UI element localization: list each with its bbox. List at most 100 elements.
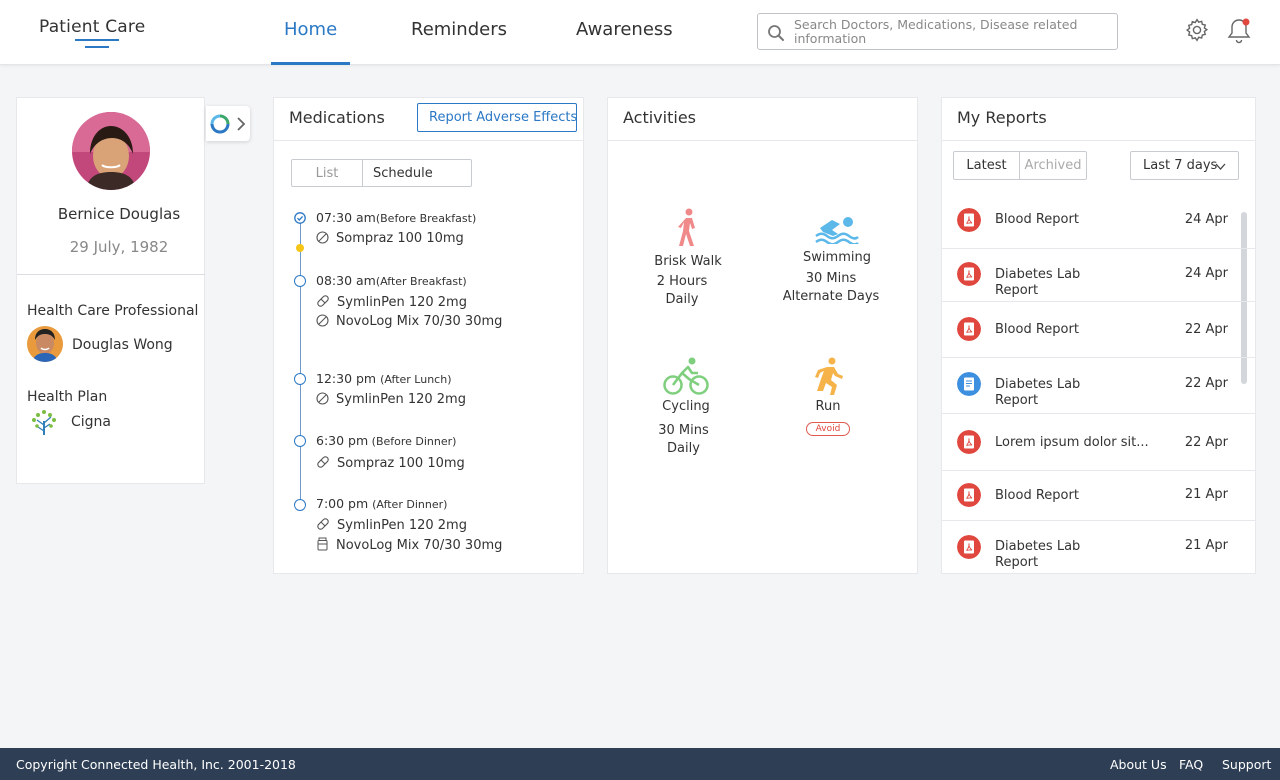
doctor-avatar[interactable] [27, 326, 63, 362]
tablet-icon [316, 392, 329, 405]
cigna-tree-logo-icon [32, 410, 56, 435]
settings-gear-icon[interactable] [1184, 17, 1210, 43]
medication-item[interactable]: NovoLog Mix 70/30 30mg [316, 314, 502, 329]
pill-capsule-icon [317, 295, 329, 307]
reports-header: My Reports [942, 98, 1255, 141]
search-input[interactable] [794, 18, 1112, 46]
medications-card: Medications Report Adverse Effects List … [273, 97, 584, 574]
nav-tab-awareness-label: Awareness [576, 19, 673, 40]
report-row[interactable]: Diabetes Lab Report 24 Apr [942, 249, 1255, 302]
schedule-time: 7:00 pm (After Dinner) [316, 496, 448, 511]
schedule-time: 07:30 am(Before Breakfast) [316, 210, 477, 225]
tab-latest[interactable]: Latest [953, 151, 1020, 180]
patient-dob: 29 July, 1982 [69, 238, 169, 256]
nav-tab-reminders[interactable]: Reminders [411, 19, 507, 65]
tablet-icon [316, 231, 329, 244]
pill-capsule-icon [317, 518, 329, 530]
activity-swimming[interactable]: Swimming 30 Mins Alternate Days [762, 214, 912, 306]
health-plan-label: Health Plan [27, 389, 108, 405]
nav-tab-awareness[interactable]: Awareness [576, 19, 673, 65]
sync-ring-icon [210, 114, 230, 134]
patient-avatar[interactable] [72, 112, 150, 190]
app-brand[interactable]: Patient Care [39, 17, 145, 37]
schedule-node [294, 275, 306, 287]
activities-card: Activities Brisk Walk 2 Hours Daily Swim… [607, 97, 918, 574]
medication-item[interactable]: Sompraz 100 10mg [316, 455, 465, 471]
profile-card: Bernice Douglas 29 July, 1982 Health Car… [16, 97, 205, 484]
report-row[interactable]: Blood Report 21 Apr [942, 471, 1255, 521]
report-row[interactable]: Blood Report 24 Apr [942, 194, 1255, 249]
copyright-text: Copyright Connected Health, Inc. 2001-20… [16, 757, 296, 772]
schedule-time: 08:30 am(After Breakfast) [316, 273, 467, 288]
medication-item[interactable]: NovoLog Mix 70/30 30mg [316, 537, 502, 553]
schedule-node [294, 435, 306, 447]
report-row[interactable]: Diabetes Lab Report 21 Apr [942, 521, 1255, 573]
tablet-icon [316, 314, 329, 327]
avoid-badge: Avoid [805, 422, 851, 436]
activities-header: Activities [608, 98, 917, 141]
walking-icon [678, 208, 695, 246]
medication-item[interactable]: SymlinPen 120 2mg [316, 392, 466, 407]
about-us-link[interactable]: About Us [1110, 757, 1167, 772]
swimming-icon [815, 217, 859, 244]
brand-underline-logo [75, 39, 119, 48]
running-icon [815, 357, 843, 395]
timeline-line [300, 221, 301, 508]
top-bar: Patient Care Home Reminders Awareness [0, 0, 1280, 65]
schedule-time: 12:30 pm (After Lunch) [316, 371, 452, 386]
medication-item[interactable]: Sompraz 100 10mg [316, 231, 464, 246]
health-plan-name: Cigna [71, 414, 112, 430]
medication-item[interactable]: SymlinPen 120 2mg [316, 517, 467, 533]
pdf-file-icon [957, 430, 981, 454]
tab-archived[interactable]: Archived [1019, 151, 1087, 180]
schedule-node [294, 373, 306, 385]
reports-card: My Reports Latest Archived Last 7 days B… [941, 97, 1256, 574]
pdf-file-icon [957, 483, 981, 507]
report-row[interactable]: Blood Report 22 Apr [942, 302, 1255, 358]
current-time-marker [296, 244, 304, 252]
patient-name: Bernice Douglas [57, 205, 181, 223]
faq-link[interactable]: FAQ [1179, 757, 1203, 772]
medications-header: Medications Report Adverse Effects [274, 98, 583, 141]
report-row[interactable]: Diabetes Lab Report 22 Apr [942, 358, 1255, 414]
pdf-file-icon [957, 535, 981, 559]
report-adverse-effects-button[interactable]: Report Adverse Effects [417, 103, 577, 132]
date-range-value: Last 7 days [1143, 158, 1218, 173]
notification-bell-icon[interactable] [1227, 16, 1253, 46]
activity-cycling[interactable]: Cycling 30 Mins Daily [611, 357, 761, 458]
nav-tab-home-label: Home [284, 19, 338, 40]
pdf-file-icon [957, 262, 981, 286]
footer: Copyright Connected Health, Inc. 2001-20… [0, 748, 1280, 780]
medications-title: Medications [289, 108, 385, 127]
chevron-down-icon [1215, 163, 1226, 170]
hcp-name[interactable]: Douglas Wong [72, 337, 173, 353]
medication-item[interactable]: SymlinPen 120 2mg [316, 294, 467, 310]
date-range-select[interactable]: Last 7 days [1130, 151, 1239, 180]
reports-title: My Reports [957, 108, 1047, 127]
hcp-label: Health Care Professional [27, 303, 199, 319]
schedule-node [294, 499, 306, 511]
medicine-bottle-icon [317, 537, 328, 551]
nav-tab-reminders-label: Reminders [411, 19, 507, 40]
nav-tab-home[interactable]: Home [271, 19, 351, 65]
active-tab-indicator [271, 62, 351, 65]
activity-brisk-walk[interactable]: Brisk Walk 2 Hours Daily [613, 208, 763, 309]
schedule-time: 6:30 pm (Before Dinner) [316, 433, 457, 448]
notification-dot [1242, 18, 1250, 26]
pdf-file-icon [957, 208, 981, 232]
tab-list[interactable]: List [291, 159, 363, 187]
taken-check-icon [294, 212, 306, 224]
activities-title: Activities [623, 108, 696, 127]
tab-schedule[interactable]: Schedule [362, 159, 472, 187]
divider [17, 274, 205, 275]
chevron-right-icon [237, 117, 246, 131]
search-box [757, 13, 1118, 50]
support-link[interactable]: Support [1222, 757, 1271, 772]
pill-capsule-icon [317, 456, 329, 468]
report-row[interactable]: Lorem ipsum dolor sit... 22 Apr [942, 414, 1255, 471]
document-file-icon [957, 372, 981, 396]
activity-run[interactable]: Run Avoid [753, 357, 903, 436]
search-icon [768, 25, 784, 41]
cycling-icon [663, 357, 709, 395]
collapse-profile-button[interactable] [206, 106, 250, 141]
